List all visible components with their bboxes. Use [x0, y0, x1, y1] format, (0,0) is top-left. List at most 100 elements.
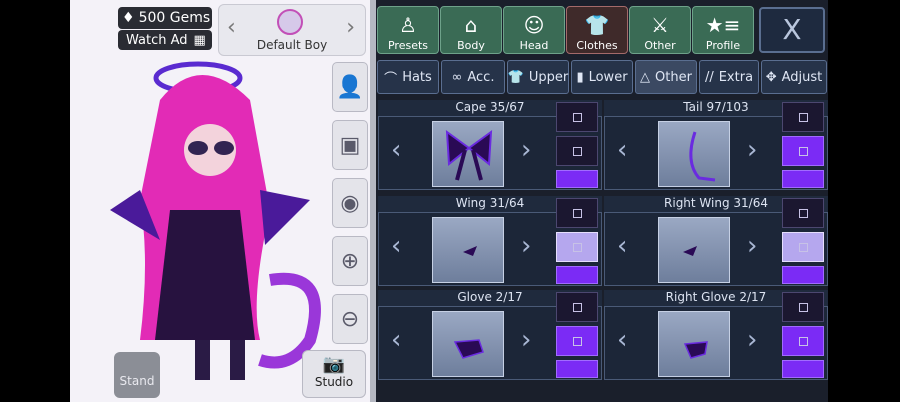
- pants-icon: ▮: [576, 69, 584, 85]
- customize-panel: ♙ Presets ⌂ Body ☺ Head 👕 Clothes ⚔ Othe…: [376, 0, 900, 402]
- body-icon: ⌂: [464, 13, 478, 37]
- stand-label: Stand: [119, 374, 155, 388]
- shirt-icon: 👕: [507, 69, 524, 85]
- subtab-label: Other: [655, 69, 692, 85]
- subtab-label: Upper: [528, 69, 569, 85]
- character-scene: ♦ 500 Gems Watch Ad ▦ ‹ › Default Boy 👤: [70, 0, 370, 402]
- swatch-check: [572, 302, 582, 312]
- color-swatch[interactable]: [782, 266, 824, 284]
- visibility-button[interactable]: ◉: [332, 178, 368, 228]
- swatch-check: [798, 336, 808, 346]
- tab-label: Body: [457, 39, 485, 52]
- tab-presets[interactable]: ♙ Presets: [377, 6, 439, 54]
- stand-button[interactable]: Stand: [114, 352, 160, 398]
- studio-label: Studio: [314, 375, 354, 389]
- next-arrow-icon[interactable]: ›: [747, 135, 757, 165]
- next-arrow-icon[interactable]: ›: [521, 135, 531, 165]
- next-arrow-icon[interactable]: ›: [747, 325, 757, 355]
- color-swatch[interactable]: [556, 326, 598, 356]
- prev-arrow-icon[interactable]: ‹: [617, 231, 627, 261]
- item-preview[interactable]: [658, 311, 730, 377]
- color-swatch[interactable]: [556, 360, 598, 378]
- background-button[interactable]: ▣: [332, 120, 368, 170]
- swatch-check: [798, 208, 808, 218]
- character-illustration[interactable]: [100, 40, 330, 390]
- swatch-check: [572, 242, 582, 252]
- swatch-check: [572, 336, 582, 346]
- color-swatch[interactable]: [782, 136, 824, 166]
- prev-arrow-icon[interactable]: ‹: [617, 325, 627, 355]
- camera-icon: 📷: [322, 354, 346, 375]
- item-preview[interactable]: [432, 121, 504, 187]
- swatch-check: [572, 208, 582, 218]
- item-preview[interactable]: [658, 121, 730, 187]
- next-arrow-icon[interactable]: ›: [521, 325, 531, 355]
- tab-profile[interactable]: ★≡ Profile: [692, 6, 754, 54]
- item-preview[interactable]: [658, 217, 730, 283]
- studio-button[interactable]: 📷 Studio: [302, 350, 366, 398]
- tail-icon: [689, 131, 716, 182]
- color-swatch[interactable]: [556, 266, 598, 284]
- subtab-label: Lower: [588, 69, 628, 85]
- color-swatch[interactable]: [782, 360, 824, 378]
- star-list-icon: ★≡: [705, 13, 741, 37]
- tshirt-icon: 👕: [584, 13, 610, 37]
- glove-icon: [683, 341, 708, 359]
- zoom-out-button[interactable]: ⊖: [332, 294, 368, 344]
- eye-icon: ◉: [340, 190, 360, 216]
- subtab-other[interactable]: △ Other: [635, 60, 697, 94]
- color-swatch[interactable]: [556, 102, 598, 132]
- swatch-check: [798, 302, 808, 312]
- prev-arrow-icon[interactable]: ‹: [391, 231, 401, 261]
- subtab-label: Adjust: [781, 69, 823, 85]
- cape-icon: △: [640, 69, 651, 85]
- close-button[interactable]: X: [759, 7, 825, 53]
- subtab-lower[interactable]: ▮ Lower: [571, 60, 633, 94]
- color-swatch[interactable]: [556, 232, 598, 262]
- app-root: ♦ 500 Gems Watch Ad ▦ ‹ › Default Boy 👤: [0, 0, 900, 402]
- glasses-icon: ∞: [451, 69, 463, 85]
- zoom-out-icon: ⊖: [340, 306, 360, 332]
- subtab-extra[interactable]: //Extra: [699, 60, 759, 94]
- subtab-label: Hats: [402, 69, 432, 85]
- add-character-button[interactable]: 👤: [332, 62, 368, 112]
- add-user-icon: 👤: [336, 74, 364, 100]
- color-swatch[interactable]: [782, 102, 824, 132]
- color-swatch[interactable]: [556, 170, 598, 188]
- prev-character-arrow-icon[interactable]: ‹: [227, 15, 236, 40]
- subtab-upper[interactable]: 👕 Upper: [507, 60, 569, 94]
- next-arrow-icon[interactable]: ›: [747, 231, 757, 261]
- glove-icon: [453, 339, 484, 359]
- subtab-adjust[interactable]: ✥ Adjust: [761, 60, 827, 94]
- zoom-in-button[interactable]: ⊕: [332, 236, 368, 286]
- color-swatch[interactable]: [782, 326, 824, 356]
- prev-arrow-icon[interactable]: ‹: [617, 135, 627, 165]
- tab-label: Head: [519, 39, 549, 52]
- next-arrow-icon[interactable]: ›: [521, 231, 531, 261]
- prev-arrow-icon[interactable]: ‹: [391, 135, 401, 165]
- next-character-arrow-icon[interactable]: ›: [346, 15, 355, 40]
- swatch-check: [798, 146, 808, 156]
- character-avatar: [277, 9, 303, 35]
- color-swatch[interactable]: [782, 292, 824, 322]
- tab-head[interactable]: ☺ Head: [503, 6, 565, 54]
- subtab-acc[interactable]: ∞ Acc.: [441, 60, 505, 94]
- item-preview[interactable]: [432, 217, 504, 283]
- swatch-check: [572, 112, 582, 122]
- color-swatch[interactable]: [556, 136, 598, 166]
- mannequin-icon: ♙: [399, 13, 417, 37]
- prev-arrow-icon[interactable]: ‹: [391, 325, 401, 355]
- gems-counter[interactable]: ♦ 500 Gems: [118, 7, 212, 29]
- color-swatch[interactable]: [782, 232, 824, 262]
- screen-edge: [828, 0, 900, 402]
- tab-other[interactable]: ⚔ Other: [629, 6, 691, 54]
- tab-body[interactable]: ⌂ Body: [440, 6, 502, 54]
- tab-label: Other: [644, 39, 676, 52]
- color-swatch[interactable]: [782, 198, 824, 228]
- tab-clothes[interactable]: 👕 Clothes: [566, 6, 628, 54]
- color-swatch[interactable]: [782, 170, 824, 188]
- item-preview[interactable]: [432, 311, 504, 377]
- color-swatch[interactable]: [556, 198, 598, 228]
- color-swatch[interactable]: [556, 292, 598, 322]
- subtab-hats[interactable]: ⌒ Hats: [377, 60, 439, 94]
